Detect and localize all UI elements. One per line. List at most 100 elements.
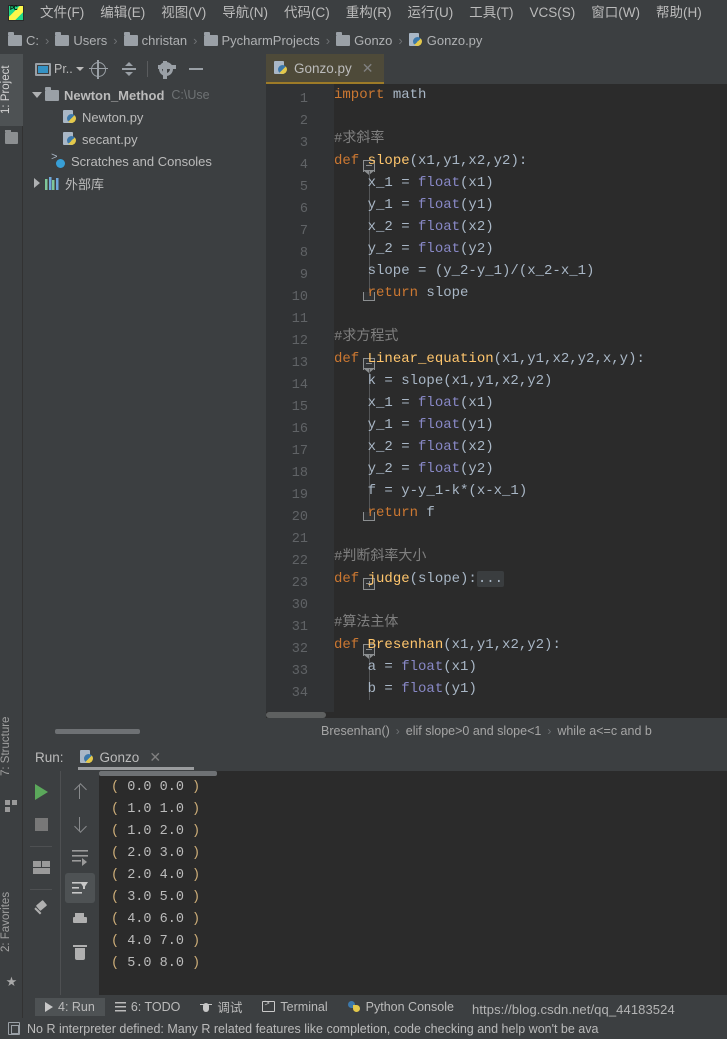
print-button[interactable] <box>65 905 95 935</box>
layout-button[interactable] <box>26 852 56 882</box>
menu-help[interactable]: 帮助(H) <box>648 2 710 24</box>
code-line[interactable]: y_1 = float(y1) <box>334 414 727 436</box>
run-tab-underline <box>77 767 194 770</box>
menu-tools[interactable]: 工具(T) <box>461 2 521 24</box>
bottom-tab-todo[interactable]: 6: TODO <box>105 998 191 1016</box>
code-line[interactable]: def Linear_equation(x1,y1,x2,y2,x,y): <box>334 348 727 370</box>
tree-item-newton-py[interactable]: Newton.py <box>23 106 266 128</box>
code-token: float <box>418 219 461 235</box>
editor-breadcrumb-item[interactable]: Bresenhan() <box>321 724 390 738</box>
code-line[interactable]: x_2 = float(x2) <box>334 216 727 238</box>
code-editor[interactable]: 1 2 3 4 5 6 7 8 9 10 11 12 13 14 15 16 17 18 19 20 21 22 23 30 3… <box>266 84 727 718</box>
tree-item-scratches-and-consoles[interactable]: Scratches and Consoles <box>23 150 266 172</box>
navbar-crumb-gonzo[interactable]: Gonzo <box>336 31 392 48</box>
console-line: ( 4.0 6.0 ) <box>111 912 201 927</box>
code-line[interactable] <box>334 106 727 128</box>
run-tab-gonzo[interactable]: Gonzo ✕ <box>74 743 194 771</box>
project-horizontal-scrollbar[interactable] <box>55 729 140 734</box>
sidebar-item-structure[interactable]: 7: Structure <box>0 698 23 794</box>
menu-code[interactable]: 代码(C) <box>276 2 338 24</box>
code-token: math <box>384 87 427 103</box>
code-line[interactable]: #求斜率 <box>334 128 727 150</box>
pycharm-logo-icon <box>8 5 24 21</box>
tree-item-external-libraries[interactable]: 外部库 <box>23 172 266 194</box>
rerun-button[interactable] <box>26 777 56 807</box>
code-line[interactable]: #判断斜率大小 <box>334 546 727 568</box>
soft-wrap-button[interactable] <box>65 841 95 871</box>
code-line[interactable]: x_1 = float(x1) <box>334 172 727 194</box>
bottom-tab-run[interactable]: 4: Run <box>35 997 105 1016</box>
navbar-crumb-pycharmprojects[interactable]: PycharmProjects <box>203 31 320 48</box>
code-line[interactable]: def judge(slope):... <box>334 568 727 590</box>
code-line[interactable]: y_2 = float(y2) <box>334 238 727 260</box>
python-console-icon <box>347 1000 361 1013</box>
code-line[interactable]: x_1 = float(x1) <box>334 392 727 414</box>
menu-edit[interactable]: 编辑(E) <box>92 2 153 24</box>
code-line[interactable]: x_2 = float(x2) <box>334 436 727 458</box>
tree-item-newton-method[interactable]: Newton_Method C:\Use <box>23 84 266 106</box>
hide-panel-button[interactable] <box>181 56 211 82</box>
code-line[interactable] <box>334 304 727 326</box>
bottom-tab-python-console[interactable]: Python Console <box>338 998 464 1016</box>
collapse-all-button[interactable] <box>114 56 144 82</box>
close-icon[interactable]: ✕ <box>149 750 161 764</box>
code-line[interactable]: y_1 = float(y1) <box>334 194 727 216</box>
menu-file[interactable]: 文件(F) <box>32 2 92 24</box>
editor-breadcrumb-item[interactable]: elif slope>0 and slope<1 <box>406 724 542 738</box>
clear-all-button[interactable] <box>65 937 95 967</box>
navbar-crumb-christan[interactable]: christan <box>123 31 187 48</box>
pin-tab-button[interactable] <box>26 895 56 925</box>
bottom-tab-terminal[interactable]: Terminal <box>252 998 337 1016</box>
scroll-to-end-button[interactable] <box>64 873 95 903</box>
code-folding-gutter[interactable] <box>312 84 375 718</box>
code-line[interactable]: a = float(x1) <box>334 656 727 678</box>
run-panel-header: Run: Gonzo ✕ <box>23 743 727 771</box>
bottom-tab-debug[interactable]: 调试 <box>190 995 252 1018</box>
sidebar-item-project[interactable]: 1: Project <box>0 54 23 126</box>
navbar-crumb-gonzo-py[interactable]: Gonzo.py <box>408 33 482 48</box>
code-line[interactable]: y_2 = float(y2) <box>334 458 727 480</box>
code-line[interactable]: def slope(x1,y1,x2,y2): <box>334 150 727 172</box>
prev-occurrence-button[interactable] <box>65 777 95 807</box>
menu-refactor[interactable]: 重构(R) <box>338 2 400 24</box>
code-content[interactable]: import math #求斜率 def slope(x1,y1,x2,y2): … <box>334 84 727 700</box>
menu-run[interactable]: 运行(U) <box>400 2 462 24</box>
code-line[interactable]: f = y-y_1-k*(x-x_1) <box>334 480 727 502</box>
code-line[interactable]: slope = (y_2-y_1)/(x_2-x_1) <box>334 260 727 282</box>
console-horizontal-scrollbar[interactable] <box>99 771 217 776</box>
code-line[interactable] <box>334 524 727 546</box>
tab-gonzo-py[interactable]: Gonzo.py ✕ <box>266 54 384 84</box>
project-tool-window: Pr.. Newton_Method C:\Use Newton.py seca… <box>23 54 266 743</box>
chevron-right-icon[interactable] <box>29 178 45 188</box>
editor-breadcrumb-item[interactable]: while a<=c and b <box>557 724 652 738</box>
navbar-crumb-users[interactable]: Users <box>55 31 107 48</box>
next-occurrence-button[interactable] <box>65 809 95 839</box>
menu-window[interactable]: 窗口(W) <box>583 2 648 24</box>
code-line[interactable]: k = slope(x1,y1,x2,y2) <box>334 370 727 392</box>
navbar-crumb-c[interactable]: C: <box>8 31 39 48</box>
console-output[interactable]: ( 0.0 0.0 ) ( 1.0 1.0 ) ( 1.0 2.0 ) ( 2.0 3… <box>99 771 727 995</box>
project-view-selector[interactable]: Pr.. <box>35 62 84 76</box>
project-settings-button[interactable] <box>151 56 181 82</box>
menu-view[interactable]: 视图(V) <box>153 2 214 24</box>
code-token: judge <box>367 571 410 587</box>
code-line[interactable]: return f <box>334 502 727 524</box>
code-line[interactable]: #求方程式 <box>334 326 727 348</box>
select-opened-file-button[interactable] <box>84 56 114 82</box>
tree-item-secant-py[interactable]: secant.py <box>23 128 266 150</box>
menu-navigate[interactable]: 导航(N) <box>214 2 276 24</box>
sidebar-item-favorites[interactable]: 2: Favorites <box>0 872 23 972</box>
code-line[interactable] <box>334 590 727 612</box>
code-line[interactable]: return slope <box>334 282 727 304</box>
close-icon[interactable]: ✕ <box>362 61 374 75</box>
menu-vcs[interactable]: VCS(S) <box>522 2 584 24</box>
arrow-up-icon <box>73 784 87 800</box>
code-line[interactable]: def Bresenhan(x1,y1,x2,y2): <box>334 634 727 656</box>
stop-button[interactable] <box>26 809 56 839</box>
code-token: float <box>418 175 461 191</box>
code-line[interactable]: b = float(y1) <box>334 678 727 700</box>
code-line[interactable]: import math <box>334 84 727 106</box>
code-line[interactable]: #算法主体 <box>334 612 727 634</box>
chevron-down-icon[interactable] <box>29 92 45 98</box>
